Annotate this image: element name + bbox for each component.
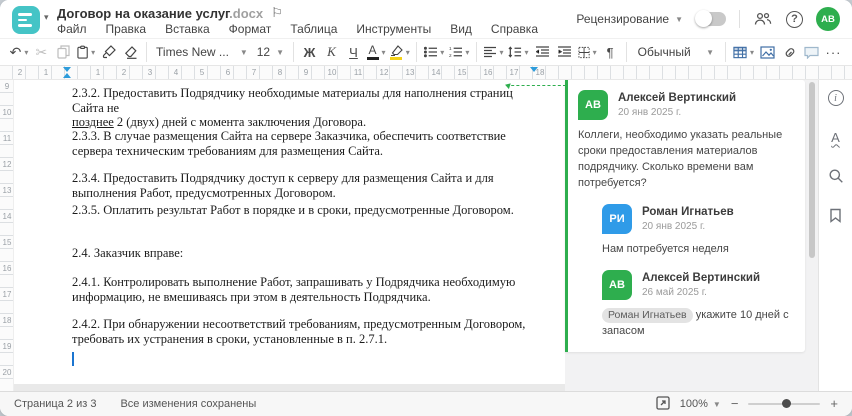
menu-tools[interactable]: Инструменты [356, 22, 431, 36]
text-cursor [72, 352, 74, 366]
more-tools-button[interactable]: ··· [823, 40, 844, 64]
comment-date: 20 янв 2025 г. [618, 107, 682, 118]
comment-avatar: АВ [578, 90, 608, 120]
right-sidebar: i А [818, 80, 852, 391]
search-icon[interactable] [826, 166, 846, 186]
spellcheck-icon[interactable]: А [826, 127, 846, 147]
menu-format[interactable]: Формат [229, 22, 272, 36]
format-painter-icon[interactable] [98, 40, 119, 64]
flag-icon[interactable]: ⚐ [271, 5, 283, 21]
font-color-button[interactable]: А ▾ [365, 40, 387, 64]
clear-style-icon[interactable] [120, 40, 141, 64]
editor-area: 9 10 11 12 13 14 15 16 17 18 19 20 2.3.2. Предостав… [0, 80, 852, 391]
menu-insert[interactable]: Вставка [165, 22, 210, 36]
comment-thread[interactable]: АВ Алексей Вертинский 20 янв 2025 г. Кол… [565, 80, 805, 352]
italic-button[interactable]: К [321, 40, 342, 64]
paste-button[interactable]: ▾ [75, 40, 97, 64]
reply-author: Роман Игнатьев [642, 205, 734, 218]
document-page[interactable]: 2.3.2. Предоставить Подрядчику необходим… [14, 80, 565, 384]
bold-button[interactable]: Ж [299, 40, 320, 64]
insert-comment-button[interactable] [801, 40, 822, 64]
reply-date: 26 май 2025 г. [642, 286, 707, 298]
bullet-list-button[interactable]: ▾ [422, 40, 446, 64]
comment-reply[interactable]: РИ Роман Игнатьев 20 янв 2025 г. Нам пот… [602, 203, 795, 258]
logo-dropdown-caret-icon[interactable]: ▾ [44, 12, 49, 23]
app-logo-icon[interactable] [12, 6, 40, 34]
user-avatar[interactable]: АВ [816, 7, 840, 31]
document-title: Договор на оказание услуг.docx [57, 5, 264, 21]
align-left-button[interactable]: ▾ [482, 40, 505, 64]
paragraph-2-4-1[interactable]: 2.4.1. Контролировать выполнение Работ, … [72, 275, 544, 304]
font-size-select[interactable]: 12 ▼ [253, 45, 288, 59]
reply-text: Нам потребуется неделя [602, 242, 729, 255]
paragraph-style-select[interactable]: Обычный ▼ [632, 45, 720, 59]
horizontal-ruler[interactable]: 2 1 1 2 3 4 5 6 7 8 9 10 11 12 13 14 15 16 17 18 [0, 66, 852, 80]
svg-text:2: 2 [449, 53, 452, 58]
help-icon[interactable]: ? [786, 10, 803, 28]
left-indent-marker[interactable] [63, 73, 71, 78]
tracked-change-text[interactable]: позднее [72, 115, 114, 129]
show-marks-button[interactable]: ¶ [600, 40, 621, 64]
comment-anchor-line [506, 85, 566, 86]
comments-panel: АВ Алексей Вертинский 20 янв 2025 г. Кол… [565, 80, 818, 391]
reply-avatar: РИ [602, 203, 632, 234]
info-panel-icon[interactable]: i [826, 88, 846, 108]
paragraph-2-3-4[interactable]: 2.3.4. Предоставить Подрядчику доступ к … [72, 171, 544, 200]
decrease-indent-button[interactable] [532, 40, 553, 64]
zoom-slider[interactable] [748, 399, 821, 408]
paragraph-2-3-2[interactable]: 2.3.2. Предоставить Подрядчику необходим… [72, 86, 544, 130]
comment-text: Коллеги, необходимо указать реальные сро… [578, 129, 783, 189]
zoom-out-button[interactable]: − [731, 397, 739, 410]
numbered-list-button[interactable]: 12 ▾ [447, 40, 471, 64]
undo-button[interactable]: ↶ ▾ [8, 40, 30, 64]
highlight-color-button[interactable]: ▾ [388, 40, 411, 64]
status-bar: Страница 2 из 3 Все изменения сохранены … [0, 391, 852, 416]
mention-badge[interactable]: Роман Игнатьев [602, 307, 693, 323]
paragraph-2-3-3[interactable]: 2.3.3. В случае размещения Сайта на серв… [72, 129, 544, 158]
menu-help[interactable]: Справка [491, 22, 538, 36]
insert-table-button[interactable]: ▾ [731, 40, 756, 64]
menu-table[interactable]: Таблица [290, 22, 337, 36]
cut-button[interactable]: ✂ [31, 40, 52, 64]
first-line-indent-marker[interactable] [63, 67, 71, 72]
insert-link-button[interactable] [779, 40, 800, 64]
paragraph-2-4-2[interactable]: 2.4.2. При обнаружении несоответствий тр… [72, 317, 544, 346]
app-window: ▾ Договор на оказание услуг.docx ⚐ Файл … [0, 0, 852, 416]
paragraph-borders-button[interactable]: ▾ [576, 40, 599, 64]
font-name-select[interactable]: Times New ... ▼ [152, 45, 252, 59]
menu-bar: Файл Правка Вставка Формат Таблица Инстр… [57, 22, 538, 36]
header: ▾ Договор на оказание услуг.docx ⚐ Файл … [0, 0, 852, 38]
reply-date: 20 янв 2025 г. [642, 220, 706, 232]
paragraph-2-4[interactable]: 2.4. Заказчик вправе: [72, 246, 544, 261]
insert-image-button[interactable] [757, 40, 778, 64]
menu-file[interactable]: Файл [57, 22, 87, 36]
svg-text:1: 1 [449, 46, 452, 51]
reply-author: Алексей Вертинский [642, 271, 761, 284]
comment-author: Алексей Вертинский [618, 92, 737, 104]
reply-text: Роман Игнатьев укажите 10 дней с запасом [602, 307, 789, 337]
underline-button[interactable]: Ч [343, 40, 364, 64]
menu-edit[interactable]: Правка [106, 22, 147, 36]
zoom-select[interactable]: 100% ▼ [680, 398, 721, 410]
bookmark-icon[interactable] [826, 205, 846, 225]
collaborators-icon[interactable] [753, 9, 773, 29]
chevron-down-icon: ▼ [675, 14, 683, 24]
comment-reply[interactable]: АВ Алексей Вертинский 26 май 2025 г. Ром… [602, 269, 795, 340]
review-toggle[interactable] [695, 10, 726, 27]
page-indicator[interactable]: Страница 2 из 3 [14, 398, 96, 410]
comments-scrollbar[interactable] [809, 82, 815, 258]
paragraph-2-3-5[interactable]: 2.3.5. Оплатить результат Работ в порядк… [72, 203, 544, 218]
zoom-in-button[interactable]: + [830, 397, 838, 410]
copy-icon[interactable] [53, 40, 74, 64]
line-spacing-button[interactable]: ▾ [506, 40, 530, 64]
toolbar: ↶ ▾ ✂ ▾ Times New ... ▼ 12 ▼ Ж К Ч А ▾ ▾… [0, 38, 852, 66]
menu-view[interactable]: Вид [450, 22, 472, 36]
review-mode-dropdown[interactable]: Рецензирование ▼ [576, 12, 683, 26]
vertical-ruler[interactable]: 9 10 11 12 13 14 15 16 17 18 19 20 [0, 80, 14, 391]
save-status: Все изменения сохранены [120, 398, 257, 410]
reply-avatar: АВ [602, 269, 632, 300]
increase-indent-button[interactable] [554, 40, 575, 64]
divider [739, 10, 740, 28]
fit-width-icon[interactable] [656, 395, 670, 413]
